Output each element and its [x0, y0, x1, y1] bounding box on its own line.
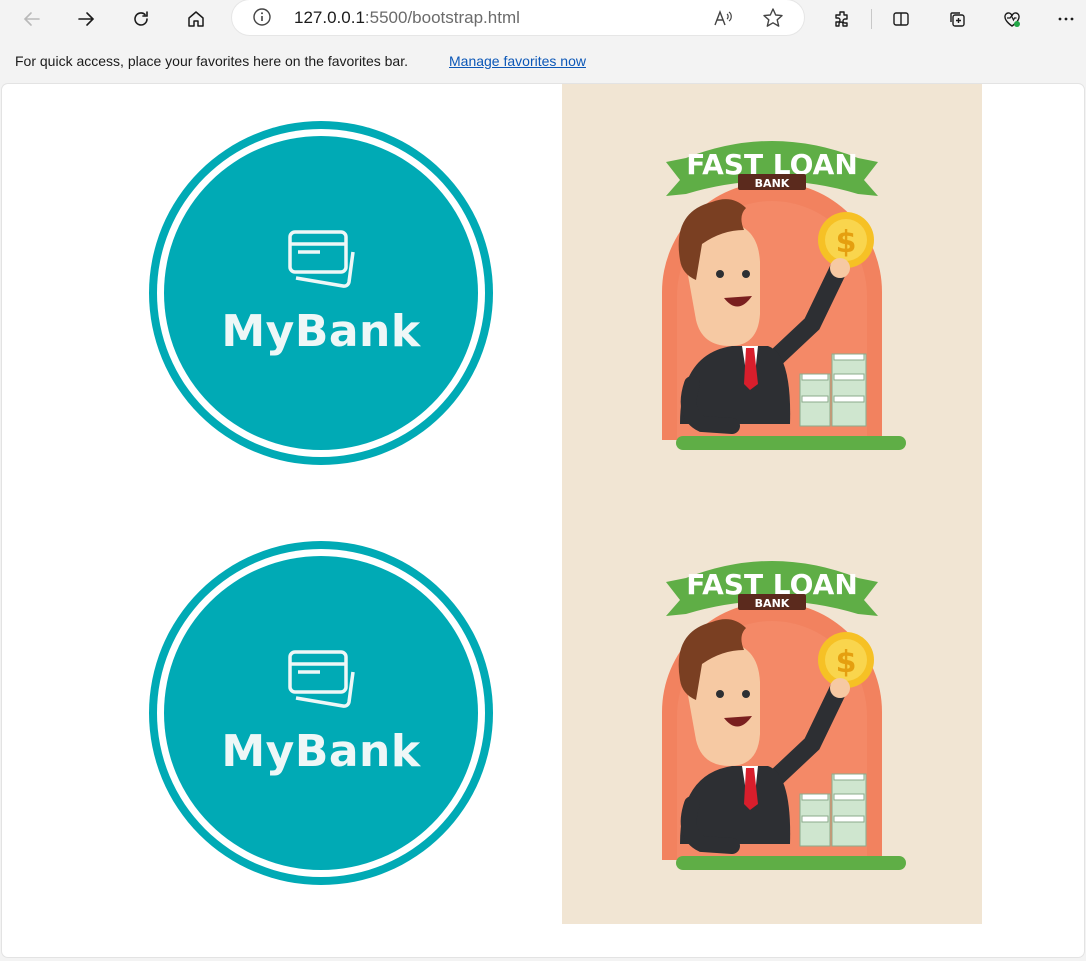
back-icon[interactable]	[16, 3, 48, 35]
banner-subtitle: BANK	[755, 597, 790, 610]
svg-text:$: $	[836, 225, 857, 260]
page-content: MyBank FAST LOAN BANK $ MyBank FAST LOAN…	[2, 84, 1084, 957]
browser-toolbar: 127.0.0.1:5500/bootstrap.html	[0, 0, 1086, 38]
refresh-icon[interactable]	[125, 3, 157, 35]
extensions-icon[interactable]	[826, 3, 858, 35]
url-path: :5500/bootstrap.html	[364, 8, 520, 27]
site-info-icon[interactable]	[252, 7, 272, 27]
banner-subtitle: BANK	[755, 177, 790, 190]
more-menu-icon[interactable]	[1050, 3, 1082, 35]
read-aloud-icon[interactable]	[712, 7, 734, 29]
browser-essentials-icon[interactable]	[996, 3, 1028, 35]
mybank-wordmark: MyBank	[221, 726, 421, 777]
mybank-logo: MyBank	[148, 540, 494, 886]
mybank-logo: MyBank	[148, 120, 494, 466]
toolbar-separator	[871, 9, 872, 29]
fast-loan-ad: FAST LOAN BANK $	[562, 504, 982, 924]
manage-favorites-link[interactable]: Manage favorites now	[449, 53, 586, 69]
collections-icon[interactable]	[941, 3, 973, 35]
favorite-star-icon[interactable]	[762, 7, 784, 29]
fast-loan-ad: FAST LOAN BANK $	[562, 84, 982, 504]
favorites-bar-message: For quick access, place your favorites h…	[15, 53, 408, 69]
url-text: 127.0.0.1:5500/bootstrap.html	[294, 8, 520, 28]
home-icon[interactable]	[180, 3, 212, 35]
forward-icon[interactable]	[70, 3, 102, 35]
url-host: 127.0.0.1	[294, 8, 365, 27]
address-bar[interactable]: 127.0.0.1:5500/bootstrap.html	[232, 0, 804, 35]
mybank-wordmark: MyBank	[221, 306, 421, 357]
svg-text:$: $	[836, 645, 857, 680]
split-screen-icon[interactable]	[885, 3, 917, 35]
favorites-bar: For quick access, place your favorites h…	[0, 46, 1086, 76]
